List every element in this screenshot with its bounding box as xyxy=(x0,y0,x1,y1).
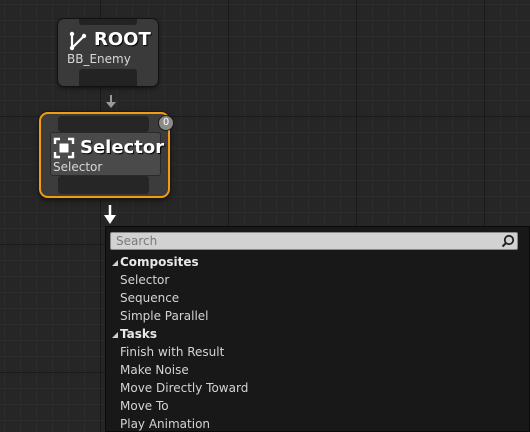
root-header: ROOT BB_Enemy xyxy=(64,26,152,70)
category-label: Composites xyxy=(120,255,199,269)
branch-icon xyxy=(69,31,87,51)
menu-item-move-to[interactable]: Move To xyxy=(106,397,529,415)
menu-item-move-directly-toward[interactable]: Move Directly Toward xyxy=(106,379,529,397)
selector-node[interactable]: Selector Selector xyxy=(39,112,170,198)
connection-arrow-icon xyxy=(106,95,116,108)
expand-triangle-icon[interactable] xyxy=(112,260,118,266)
selector-subtitle: Selector xyxy=(53,160,103,174)
selector-output-pin[interactable] xyxy=(58,176,149,194)
root-output-pin[interactable] xyxy=(79,69,137,86)
expand-triangle-icon[interactable] xyxy=(112,332,118,338)
menu-list: Composites Selector Sequence Simple Para… xyxy=(106,253,529,431)
menu-item-finish-with-result[interactable]: Finish with Result xyxy=(106,343,529,361)
menu-item-play-animation[interactable]: Play Animation xyxy=(106,415,529,431)
drag-arrow-icon xyxy=(104,205,116,224)
root-input-pin xyxy=(79,19,137,25)
menu-item-selector[interactable]: Selector xyxy=(106,271,529,289)
execution-order-badge: 0 xyxy=(158,115,174,131)
menu-item-make-noise[interactable]: Make Noise xyxy=(106,361,529,379)
search-box[interactable] xyxy=(110,232,518,250)
menu-item-simple-parallel[interactable]: Simple Parallel xyxy=(106,307,529,325)
node-context-menu: Composites Selector Sequence Simple Para… xyxy=(105,226,530,432)
root-blackboard-label: BB_Enemy xyxy=(67,52,131,66)
root-title: ROOT xyxy=(94,29,151,50)
category-label: Tasks xyxy=(120,327,158,341)
search-input[interactable] xyxy=(111,233,506,249)
category-composites[interactable]: Composites xyxy=(106,253,529,271)
root-node[interactable]: ROOT BB_Enemy xyxy=(58,19,158,86)
selector-input-pin xyxy=(58,116,149,132)
selector-title: Selector xyxy=(80,137,165,158)
selector-header: Selector Selector xyxy=(50,132,165,176)
search-icon[interactable] xyxy=(501,234,515,248)
category-tasks[interactable]: Tasks xyxy=(106,325,529,343)
selector-icon xyxy=(53,137,75,159)
menu-item-sequence[interactable]: Sequence xyxy=(106,289,529,307)
